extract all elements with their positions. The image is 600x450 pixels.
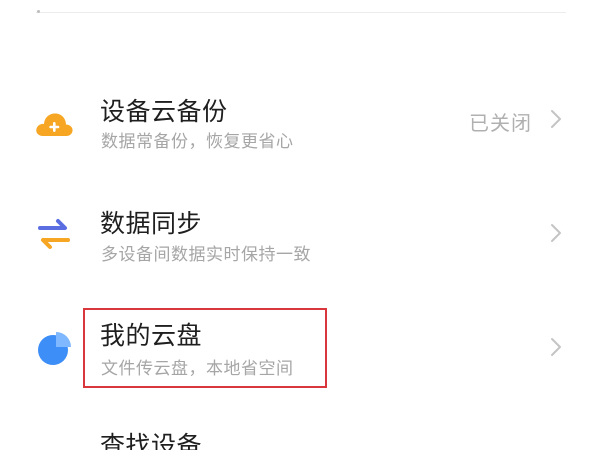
chevron-right-icon — [551, 110, 561, 128]
highlight-annotation-box — [83, 308, 327, 388]
cloud-backup-title: 设备云备份 — [100, 97, 228, 126]
cloud-drive-pie-icon — [38, 332, 71, 365]
data-sync-row[interactable]: 数据同步 多设备间数据实时保持一致 — [0, 182, 600, 286]
cloud-settings-page: 设备云备份 数据常备份，恢复更省心 已关闭 数据同步 多设备间数据实时保持一致 … — [0, 0, 600, 450]
cloud-backup-subtitle: 数据常备份，恢复更省心 — [101, 132, 294, 152]
find-device-title[interactable]: 查找设备 — [100, 426, 202, 450]
sync-arrows-icon — [38, 219, 70, 249]
chevron-right-icon — [551, 338, 561, 356]
cloud-plus-icon — [36, 113, 73, 136]
chevron-right-icon — [551, 224, 561, 242]
data-sync-title: 数据同步 — [100, 209, 203, 238]
cloud-backup-status: 已关闭 — [469, 111, 532, 135]
data-sync-subtitle: 多设备间数据实时保持一致 — [101, 245, 311, 265]
top-divider — [36, 12, 566, 13]
top-divider-dot — [37, 10, 40, 13]
cloud-backup-row[interactable]: 设备云备份 数据常备份，恢复更省心 已关闭 — [0, 68, 600, 172]
